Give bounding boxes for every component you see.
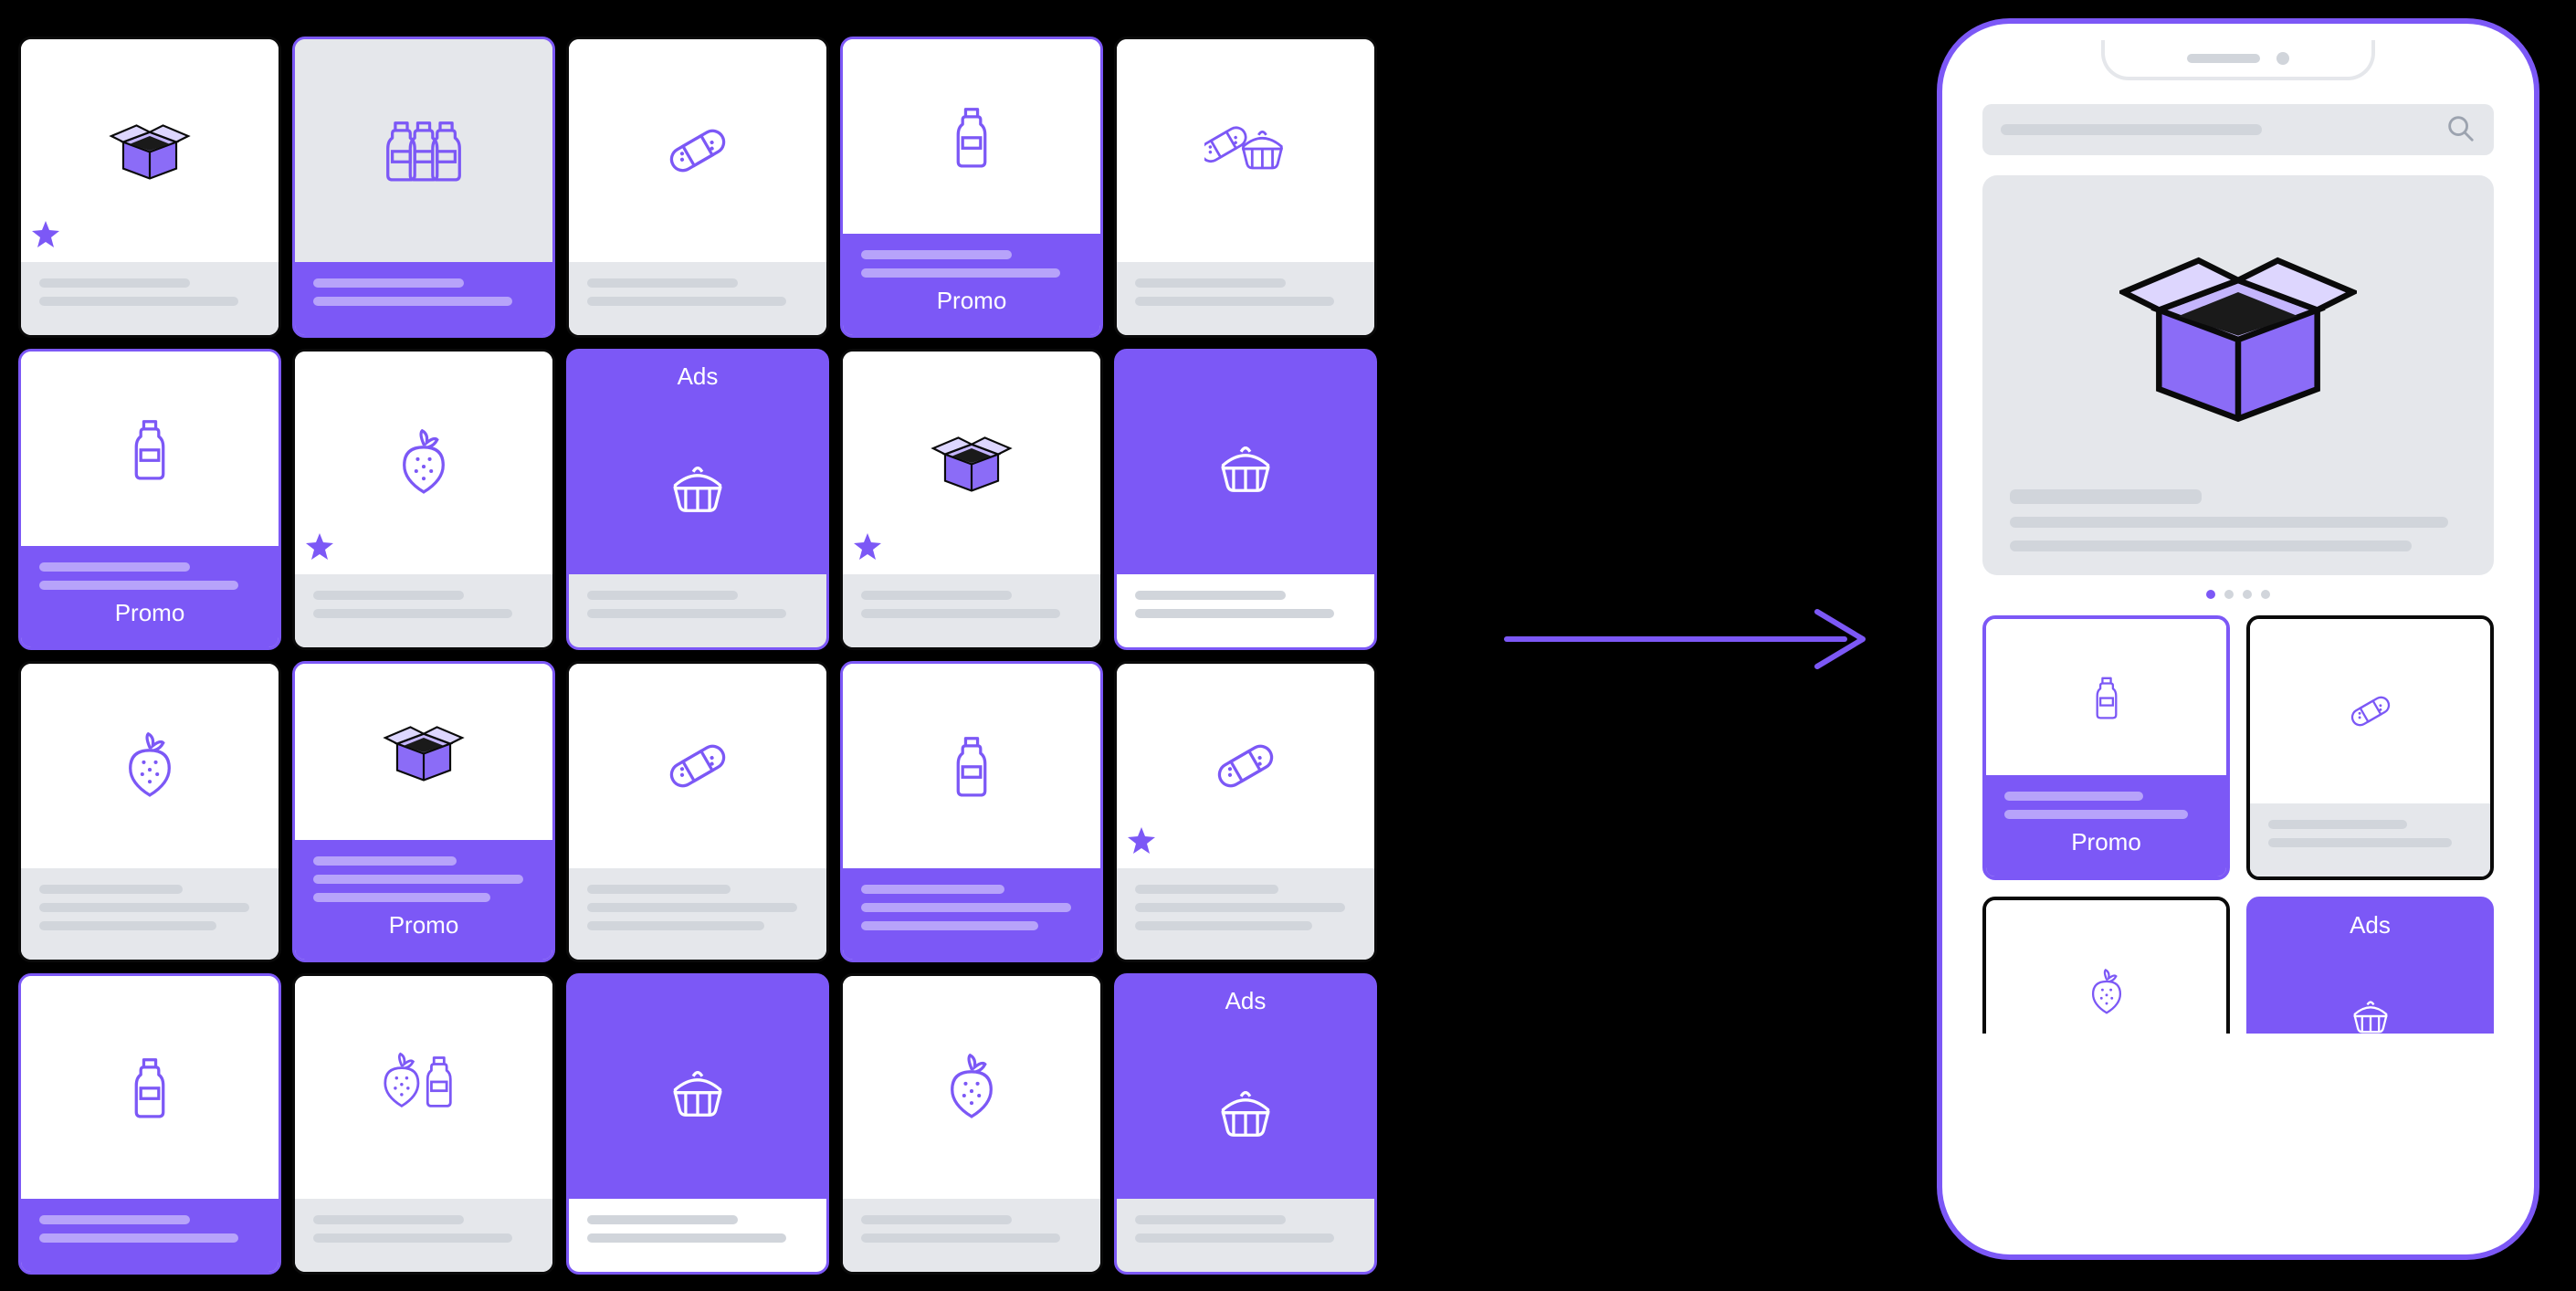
strawberry-icon (843, 976, 1100, 1199)
box-icon (21, 39, 279, 262)
product-card[interactable] (1114, 37, 1377, 338)
ads-label: Ads (1225, 976, 1267, 1015)
product-card[interactable] (840, 973, 1103, 1275)
product-card[interactable] (18, 37, 281, 338)
star-icon (30, 219, 61, 255)
product-card[interactable] (292, 973, 555, 1275)
promo-label: Promo (861, 287, 1082, 315)
star-icon (852, 531, 883, 567)
bottle-icon (843, 39, 1100, 234)
product-card[interactable]: Ads (1114, 973, 1377, 1275)
arrow-icon (1498, 584, 1881, 694)
box-icon (2010, 203, 2466, 477)
pie-icon: Ads (1117, 976, 1374, 1199)
phone-frame: Promo Ads (1937, 18, 2539, 1260)
product-card[interactable] (1982, 897, 2230, 1034)
pie-icon: Ads (2250, 900, 2490, 1034)
page-indicator[interactable] (1982, 590, 2494, 599)
bottles-icon (295, 39, 552, 262)
product-card[interactable]: Promo (1982, 615, 2230, 880)
diagram-stage: Promo Promo Ads Promo (0, 0, 2576, 1291)
product-card[interactable] (566, 37, 829, 338)
bottle-icon (843, 664, 1100, 868)
product-card[interactable] (840, 661, 1103, 962)
search-placeholder (2001, 124, 2262, 135)
product-card[interactable]: Promo (292, 661, 555, 962)
search-icon[interactable] (2445, 112, 2476, 148)
page-dot[interactable] (2261, 590, 2270, 599)
phone-product-grid: Promo Ads (1982, 615, 2494, 1034)
product-card[interactable] (292, 349, 555, 650)
bandaid-icon (1117, 664, 1374, 868)
page-dot[interactable] (2224, 590, 2234, 599)
bottle-icon (21, 352, 279, 546)
promo-label: Promo (39, 599, 260, 627)
product-card[interactable] (1114, 661, 1377, 962)
bottle-icon (1986, 619, 2226, 775)
product-card[interactable] (1114, 349, 1377, 650)
strawberry-icon (21, 664, 279, 868)
pie-icon: Ads (569, 352, 826, 574)
box-icon (843, 352, 1100, 574)
product-card[interactable] (2246, 615, 2494, 880)
bandaid-pie-icon (1117, 39, 1374, 262)
pie-icon (569, 976, 826, 1199)
product-card[interactable]: Promo (840, 37, 1103, 338)
hero-card[interactable] (1982, 175, 2494, 575)
product-card[interactable] (18, 661, 281, 962)
strawberry-bottle-icon (295, 976, 552, 1199)
search-bar[interactable] (1982, 104, 2494, 155)
bandaid-icon (569, 39, 826, 262)
strawberry-icon (1986, 900, 2226, 1034)
promo-label: Promo (2004, 828, 2208, 856)
page-dot[interactable] (2243, 590, 2252, 599)
product-card[interactable] (292, 37, 555, 338)
page-dot[interactable] (2206, 590, 2215, 599)
bandaid-icon (569, 664, 826, 868)
star-icon (304, 531, 335, 567)
strawberry-icon (295, 352, 552, 574)
product-card[interactable]: Ads (566, 349, 829, 650)
ads-label: Ads (678, 352, 719, 391)
promo-label: Promo (313, 911, 534, 939)
ads-label: Ads (2350, 900, 2391, 939)
product-card[interactable] (840, 349, 1103, 650)
product-card[interactable]: Promo (18, 349, 281, 650)
pie-icon (1117, 352, 1374, 574)
bottle-icon (21, 976, 279, 1199)
bandaid-icon (2250, 619, 2490, 803)
product-card[interactable]: Ads (2246, 897, 2494, 1034)
star-icon (1126, 825, 1157, 861)
product-card[interactable] (18, 973, 281, 1275)
catalog-grid: Promo Promo Ads Promo (18, 37, 1370, 1275)
product-card[interactable] (566, 973, 829, 1275)
product-card[interactable] (566, 661, 829, 962)
box-icon (295, 664, 552, 840)
